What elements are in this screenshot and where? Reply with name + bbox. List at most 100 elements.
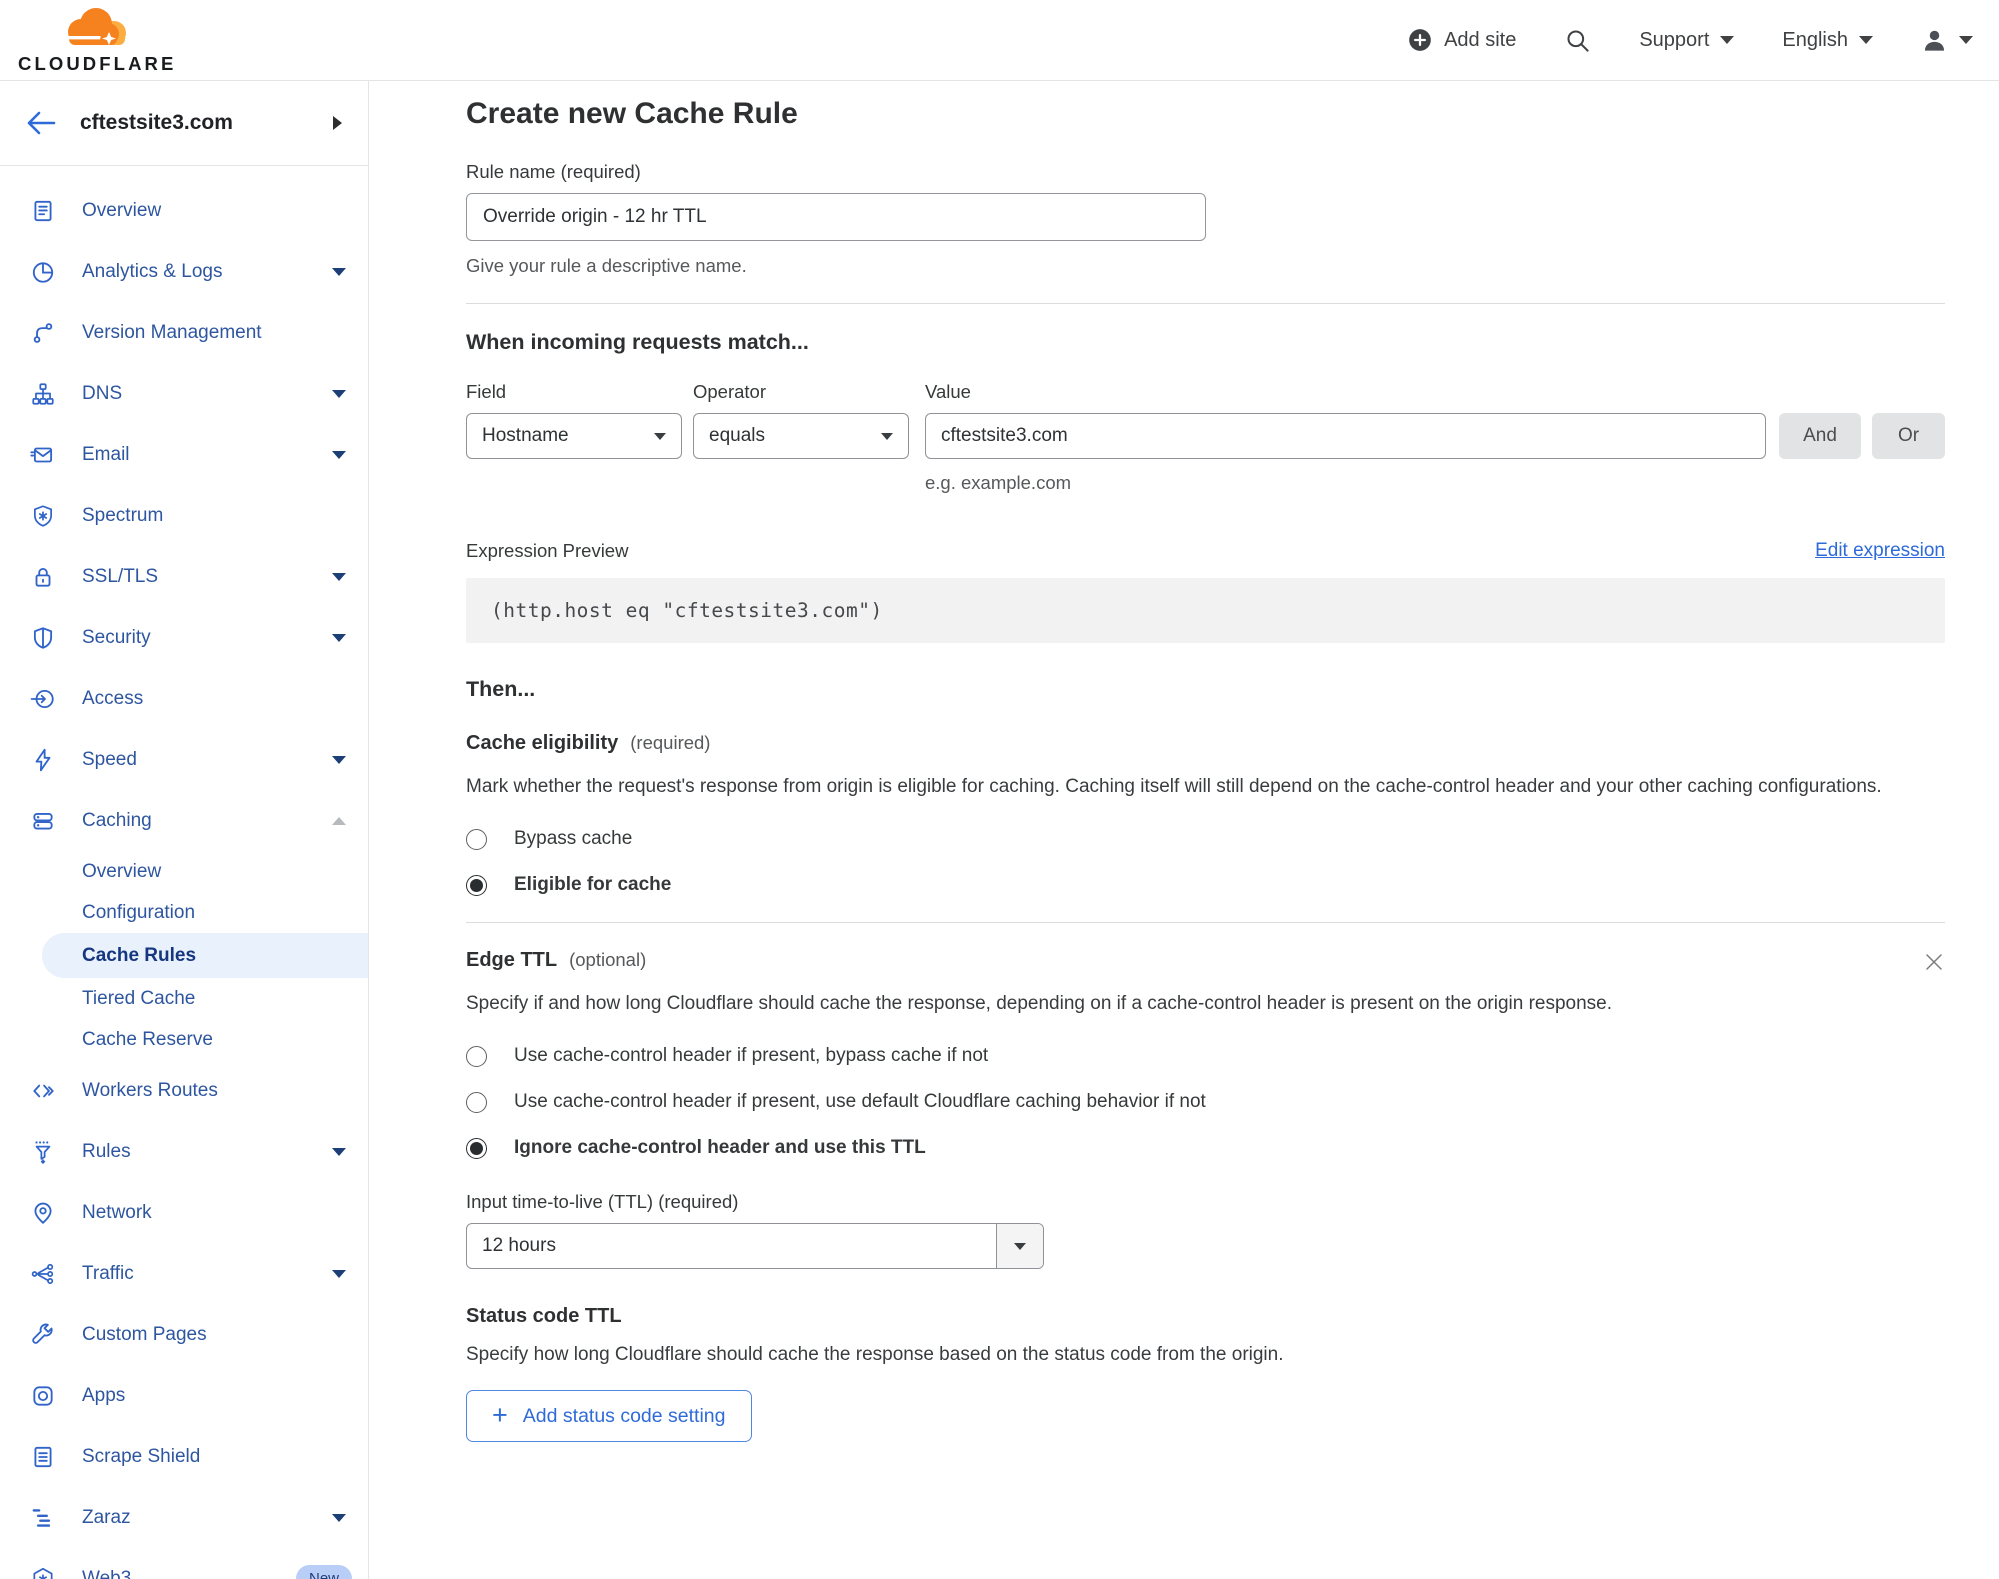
edge-ttl-option-3-radio[interactable]: Ignore cache-control header and use this… — [466, 1137, 1945, 1159]
sidebar-subitem-tiered-cache[interactable]: Tiered Cache — [0, 978, 368, 1019]
edge-ttl-description: Specify if and how long Cloudflare shoul… — [466, 993, 1613, 1014]
caret-down-icon — [332, 389, 346, 398]
caret-down-icon — [1959, 36, 1973, 44]
dns-icon — [30, 381, 56, 407]
sidebar: cftestsite3.com Overview Analytics & Log… — [0, 81, 369, 1579]
and-button[interactable]: And — [1779, 413, 1861, 459]
sidebar-item-security[interactable]: Security — [0, 607, 368, 668]
status-code-ttl-description: Specify how long Cloudflare should cache… — [466, 1344, 1284, 1365]
ttl-dropdown-button[interactable] — [996, 1224, 1043, 1268]
caret-down-icon — [332, 1513, 346, 1522]
sidebar-nav: Overview Analytics & Logs Version Manage… — [0, 166, 368, 1579]
sidebar-item-apps[interactable]: Apps — [0, 1365, 368, 1426]
new-badge: New — [295, 1565, 352, 1579]
bypass-cache-radio[interactable]: Bypass cache — [466, 828, 1945, 850]
sidebar-subitem-cache-reserve[interactable]: Cache Reserve — [0, 1019, 368, 1060]
sidebar-item-scrape-shield[interactable]: Scrape Shield — [0, 1426, 368, 1487]
plus-icon: + — [492, 1399, 508, 1430]
wrench-icon — [30, 1322, 56, 1348]
sidebar-item-access[interactable]: Access — [0, 668, 368, 729]
sidebar-item-workers-routes[interactable]: Workers Routes — [0, 1060, 368, 1121]
sidebar-item-email[interactable]: Email — [0, 424, 368, 485]
spectrum-icon — [30, 503, 56, 529]
sidebar-item-traffic[interactable]: Traffic — [0, 1243, 368, 1304]
operator-label: Operator — [693, 381, 767, 402]
caching-icon — [30, 808, 56, 834]
value-label: Value — [925, 381, 971, 402]
sidebar-item-rules[interactable]: Rules — [0, 1121, 368, 1182]
cache-eligibility-description: Mark whether the request's response from… — [466, 776, 1882, 797]
sidebar-item-custom-pages[interactable]: Custom Pages — [0, 1304, 368, 1365]
value-input[interactable] — [925, 413, 1766, 459]
workers-routes-icon — [30, 1078, 56, 1104]
eligible-for-cache-radio[interactable]: Eligible for cache — [466, 874, 1945, 896]
search-button[interactable] — [1564, 27, 1591, 54]
plus-circle-icon — [1407, 27, 1433, 53]
sidebar-item-dns[interactable]: DNS — [0, 363, 368, 424]
ssl-tls-icon — [30, 564, 56, 590]
caret-down-icon — [1014, 1242, 1026, 1250]
cloudflare-logo[interactable]: CLOUDFLARE — [18, 5, 174, 75]
site-expand-icon[interactable] — [333, 116, 342, 130]
support-menu[interactable]: Support — [1639, 29, 1735, 52]
sidebar-item-speed[interactable]: Speed — [0, 729, 368, 790]
ttl-select[interactable]: 12 hours — [466, 1223, 1044, 1269]
site-switcher[interactable]: cftestsite3.com — [0, 81, 368, 166]
network-pin-icon — [30, 1200, 56, 1226]
radio-selected-icon[interactable] — [466, 1137, 487, 1159]
rule-name-label: Rule name (required) — [466, 161, 641, 182]
caret-down-icon — [332, 755, 346, 764]
add-status-code-button[interactable]: + Add status code setting — [466, 1390, 752, 1442]
speed-bolt-icon — [30, 747, 56, 773]
back-arrow-icon[interactable] — [26, 110, 56, 136]
cache-eligibility-heading: Cache eligibility — [466, 732, 619, 754]
expression-code: (http.host eq "cftestsite3.com") — [466, 578, 1945, 643]
required-tag: (required) — [630, 732, 711, 753]
radio-unselected-icon[interactable] — [466, 828, 487, 850]
sidebar-subitem-overview[interactable]: Overview — [0, 851, 368, 892]
rule-name-input[interactable] — [466, 193, 1206, 241]
status-code-ttl-heading: Status code TTL — [466, 1305, 622, 1327]
divider — [466, 303, 1945, 304]
sidebar-item-network[interactable]: Network — [0, 1182, 368, 1243]
value-helper: e.g. example.com — [925, 472, 1072, 493]
caching-subnav: Overview Configuration Cache Rules Tiere… — [0, 851, 368, 1060]
sidebar-item-analytics-logs[interactable]: Analytics & Logs — [0, 241, 368, 302]
radio-unselected-icon[interactable] — [466, 1045, 487, 1067]
close-icon[interactable] — [1923, 951, 1945, 973]
sidebar-item-web3[interactable]: Web3 New — [0, 1548, 368, 1579]
field-select[interactable]: Hostname — [466, 413, 682, 459]
language-menu[interactable]: English — [1782, 29, 1873, 52]
caret-up-icon — [332, 816, 346, 825]
expression-preview-label: Expression Preview — [466, 540, 629, 561]
sidebar-item-version-management[interactable]: Version Management — [0, 302, 368, 363]
search-icon — [1564, 27, 1591, 54]
or-button[interactable]: Or — [1872, 413, 1945, 459]
site-name: cftestsite3.com — [80, 111, 233, 134]
sidebar-subitem-configuration[interactable]: Configuration — [0, 892, 368, 933]
sidebar-item-zaraz[interactable]: Zaraz — [0, 1487, 368, 1548]
caret-down-icon — [332, 633, 346, 642]
sidebar-item-ssl-tls[interactable]: SSL/TLS — [0, 546, 368, 607]
add-site-button[interactable]: Add site — [1407, 27, 1516, 53]
cloudflare-logo-text: CLOUDFLARE — [18, 53, 177, 74]
operator-select[interactable]: equals — [693, 413, 909, 459]
radio-selected-icon[interactable] — [466, 874, 487, 896]
account-menu[interactable] — [1921, 27, 1973, 54]
sidebar-subitem-cache-rules[interactable]: Cache Rules — [42, 933, 368, 978]
caret-down-icon — [332, 450, 346, 459]
edit-expression-link[interactable]: Edit expression — [1815, 540, 1945, 562]
sidebar-item-overview[interactable]: Overview — [0, 180, 368, 241]
edge-ttl-option-1-radio[interactable]: Use cache-control header if present, byp… — [466, 1045, 1945, 1067]
edge-ttl-heading: Edge TTL — [466, 949, 558, 971]
overview-icon — [30, 198, 56, 224]
edge-ttl-option-2-radio[interactable]: Use cache-control header if present, use… — [466, 1091, 1945, 1113]
then-heading: Then... — [466, 677, 536, 701]
radio-unselected-icon[interactable] — [466, 1091, 487, 1113]
analytics-icon — [30, 259, 56, 285]
field-label: Field — [466, 381, 507, 402]
sidebar-item-caching[interactable]: Caching — [0, 790, 368, 851]
sidebar-item-spectrum[interactable]: Spectrum — [0, 485, 368, 546]
caret-down-icon — [332, 572, 346, 581]
edge-ttl-section: Edge TTL (optional) Specify if and how l… — [466, 949, 1945, 1442]
